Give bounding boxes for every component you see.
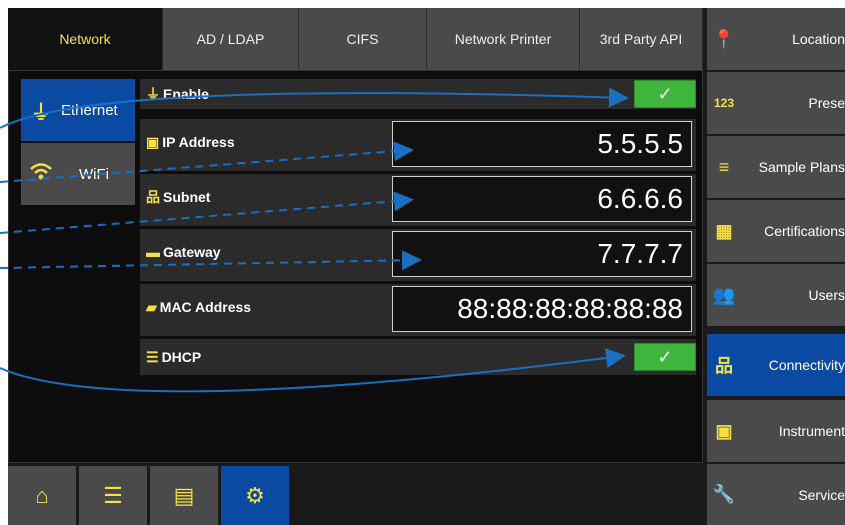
annotation-arrows (0, 87, 629, 393)
arrow-dhcp (0, 348, 626, 393)
arrow-subnet (0, 191, 414, 234)
arrow-gateway (0, 250, 422, 271)
arrow-enable (0, 87, 629, 129)
arrow-ip (0, 141, 414, 183)
